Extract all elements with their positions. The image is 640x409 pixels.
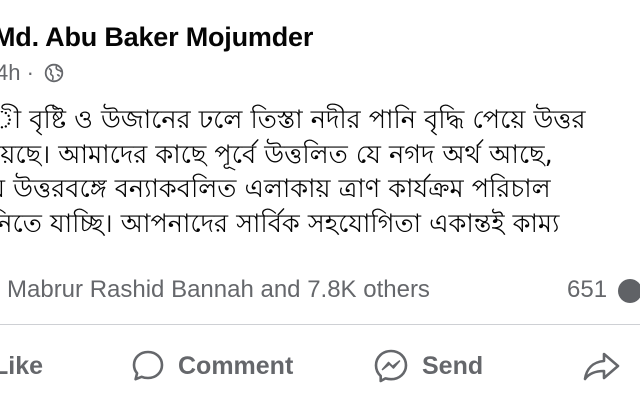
post-text-line: ী বৃষ্টি ও উজানের ঢলে তিস্তা নদীর পানি ব… bbox=[0, 105, 586, 135]
like-label: Like bbox=[0, 351, 44, 380]
share-icon bbox=[583, 352, 620, 381]
send-label: Send bbox=[422, 351, 484, 380]
messenger-icon bbox=[374, 349, 408, 383]
comment-count-icon bbox=[618, 279, 640, 303]
comment-count[interactable]: 651 bbox=[567, 276, 607, 304]
post-time[interactable]: 4h bbox=[0, 60, 20, 85]
globe-icon bbox=[44, 63, 64, 83]
comment-icon bbox=[132, 350, 164, 381]
post-author-name[interactable]: Md. Abu Baker Mojumder bbox=[0, 22, 313, 53]
post-text-line: নিতে যাচ্ছি। আপনাদের সার্বিক সহযোগিতা এক… bbox=[0, 208, 560, 239]
post-body: ী বৃষ্টি ও উজানের ঢলে তিস্তা নদীর পানি ব… bbox=[0, 103, 640, 241]
meta-separator: · bbox=[26, 60, 34, 85]
comment-label: Comment bbox=[178, 351, 294, 380]
post-meta: 4h · bbox=[0, 60, 64, 86]
like-button[interactable]: Like bbox=[0, 346, 43, 386]
post-text-line: য়েছে। আমাদের কাছে পূর্বে উত্তলিত যে নগদ… bbox=[0, 139, 553, 170]
actions-divider bbox=[0, 324, 640, 325]
reactions-summary[interactable]: Mabrur Rashid Bannah and 7.8K others bbox=[7, 276, 430, 304]
reactions-text[interactable]: Mabrur Rashid Bannah and 7.8K others bbox=[7, 276, 430, 303]
post-text-line: য় উত্তরবঙ্গে বন্যাকবলিত এলাকায় ত্রাণ ক… bbox=[0, 174, 551, 204]
share-button[interactable] bbox=[582, 346, 622, 386]
send-button[interactable]: Send bbox=[372, 346, 483, 386]
comment-button[interactable]: Comment bbox=[130, 346, 293, 386]
